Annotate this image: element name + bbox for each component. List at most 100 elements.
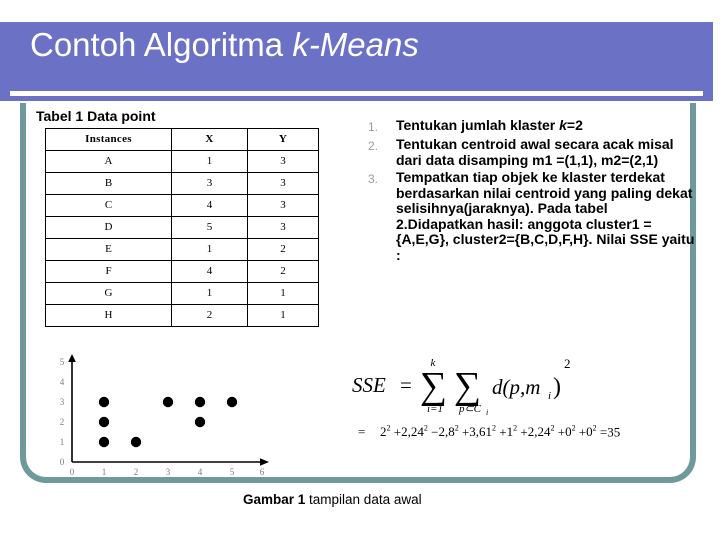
table-header-row: Instances X Y: [45, 128, 319, 151]
formula-sigma-1: ∑: [420, 365, 447, 407]
term-exp: 2: [386, 424, 391, 433]
table-row: F 4 2: [45, 260, 319, 283]
term-exp: 2: [571, 424, 576, 433]
header-band-cap: [0, 97, 713, 101]
cell-instance: G: [45, 282, 172, 305]
expanded-op-5: +: [499, 424, 507, 440]
cell-x: 5: [171, 216, 248, 239]
cell-y: 3: [247, 150, 319, 173]
term-base: 2,24: [527, 424, 551, 440]
table-row: G 1 1: [45, 282, 319, 305]
cell-x: 1: [171, 150, 248, 173]
cell-y: 3: [247, 216, 319, 239]
page-title-italic: k-Means: [292, 26, 419, 63]
expanded-term-2: 2,242: [401, 424, 428, 439]
x-tick-labels: 0 1 2 3 4 5 6: [70, 467, 265, 477]
y-tick-3: 3: [60, 397, 65, 407]
cell-y: 1: [247, 304, 319, 327]
x-tick-2: 2: [134, 467, 139, 477]
expanded-equals: =: [358, 424, 366, 440]
cell-x: 3: [171, 172, 248, 195]
scatter-plot: 0 1 2 3 4 5 0 1 2 3 4 5 6: [40, 350, 290, 485]
cell-y: 3: [247, 194, 319, 217]
x-tick-4: 4: [198, 467, 203, 477]
list-marker: 2.: [368, 139, 379, 153]
expanded-term-3: 2,82: [438, 424, 458, 439]
cell-x: 4: [171, 194, 248, 217]
algorithm-steps-list: 1. Tentukan jumlah klaster k=2 2. Tentuk…: [368, 117, 698, 265]
term-exp: 2: [492, 424, 497, 433]
table-header-x: X: [171, 128, 248, 151]
figure-caption-text: tampilan data awal: [305, 492, 422, 507]
slide-root: Contoh Algoritma k-Means Tabel 1 Data po…: [0, 0, 720, 540]
formula-equals: =: [400, 373, 412, 397]
term-base: 2,8: [438, 424, 455, 440]
formula-paren-close: ): [553, 374, 561, 400]
list-item-text: Tempatkan tiap objek ke klaster terdekat…: [396, 169, 695, 263]
expanded-result: 35: [607, 424, 621, 440]
cell-y: 2: [247, 238, 319, 261]
term-exp: 2: [550, 424, 555, 433]
cell-instance: F: [45, 260, 172, 283]
data-point-c: [194, 396, 206, 408]
x-tick-1: 1: [102, 467, 107, 477]
expanded-op-2: +: [393, 424, 402, 440]
list-item: 2. Tentukan centroid awal secara acak mi…: [368, 136, 698, 168]
y-tick-0: 0: [60, 457, 65, 467]
step1-text-italic: k: [559, 117, 567, 133]
term-exp: 2: [513, 424, 518, 433]
cell-instance: E: [45, 238, 172, 261]
figure-caption-label: Gambar 1: [243, 492, 306, 507]
formula-lhs: SSE: [352, 373, 386, 397]
data-point-g: [98, 436, 110, 448]
table-caption: Tabel 1 Data point: [36, 108, 156, 124]
list-item: 3. Tempatkan tiap objek ke klaster terde…: [368, 169, 698, 263]
data-point-a: [98, 396, 110, 408]
formula-sum2-lower: p⊂C: [458, 403, 482, 415]
header-divider-rule: [10, 91, 703, 96]
formula-sum2-lower-sub: i: [486, 408, 488, 417]
cell-instance: C: [45, 194, 172, 217]
formula-distance-term: d(p,m: [492, 375, 540, 399]
data-point-e: [98, 416, 110, 428]
cell-instance: H: [45, 304, 172, 327]
cell-instance: B: [45, 172, 172, 195]
table-header-y: Y: [247, 128, 319, 151]
x-tick-6: 6: [260, 467, 265, 477]
expanded-term-1: 22: [380, 424, 391, 439]
cell-x: 1: [171, 282, 248, 305]
formula-exponent: 2: [564, 356, 571, 371]
x-axis-arrow: [260, 458, 269, 466]
y-tick-5: 5: [60, 357, 65, 367]
content-frame-top-left-stub: [20, 103, 26, 113]
page-title-plain: Contoh Algoritma: [30, 26, 293, 63]
sse-formula-svg: SSE = ∑ k i=1 ∑ p⊂C i d(p,m i ) 2: [352, 356, 571, 417]
expanded-op-6: +: [520, 424, 528, 440]
table-row: H 2 1: [45, 304, 319, 327]
sse-expanded-equation: = 22 +2,242 −2,82 +3,612 +12 +2,242 +02 +…: [358, 424, 698, 450]
data-point-d: [226, 396, 238, 408]
cell-x: 4: [171, 260, 248, 283]
term-base: 3,61: [469, 424, 493, 440]
data-point-table: Instances X Y A 1 3 B 3 3 C 4 3 D 5 3 E …: [45, 128, 319, 327]
term-exp: 2: [423, 424, 428, 433]
y-tick-labels: 0 1 2 3 4 5: [60, 357, 65, 467]
x-tick-0: 0: [70, 467, 75, 477]
table-row: A 1 3: [45, 150, 319, 173]
y-tick-4: 4: [60, 377, 65, 387]
expanded-term-6: 2,242: [528, 424, 555, 439]
cell-y: 3: [247, 172, 319, 195]
expanded-term-5: 12: [507, 424, 518, 439]
data-point-f: [194, 416, 206, 428]
list-item-text: Tentukan jumlah klaster k=2: [396, 117, 698, 134]
cell-y: 2: [247, 260, 319, 283]
expanded-term-7: 02: [565, 424, 576, 439]
y-tick-1: 1: [60, 437, 65, 447]
list-item-text: Tentukan centroid awal secara acak misal…: [396, 136, 674, 168]
cell-instance: D: [45, 216, 172, 239]
formula-sum1-lower: i=1: [427, 403, 443, 415]
expanded-term-8: 02: [586, 424, 597, 439]
formula-sigma-2: ∑: [454, 365, 481, 407]
scatter-plot-svg: 0 1 2 3 4 5 0 1 2 3 4 5 6: [60, 354, 269, 477]
cell-y: 1: [247, 282, 319, 305]
